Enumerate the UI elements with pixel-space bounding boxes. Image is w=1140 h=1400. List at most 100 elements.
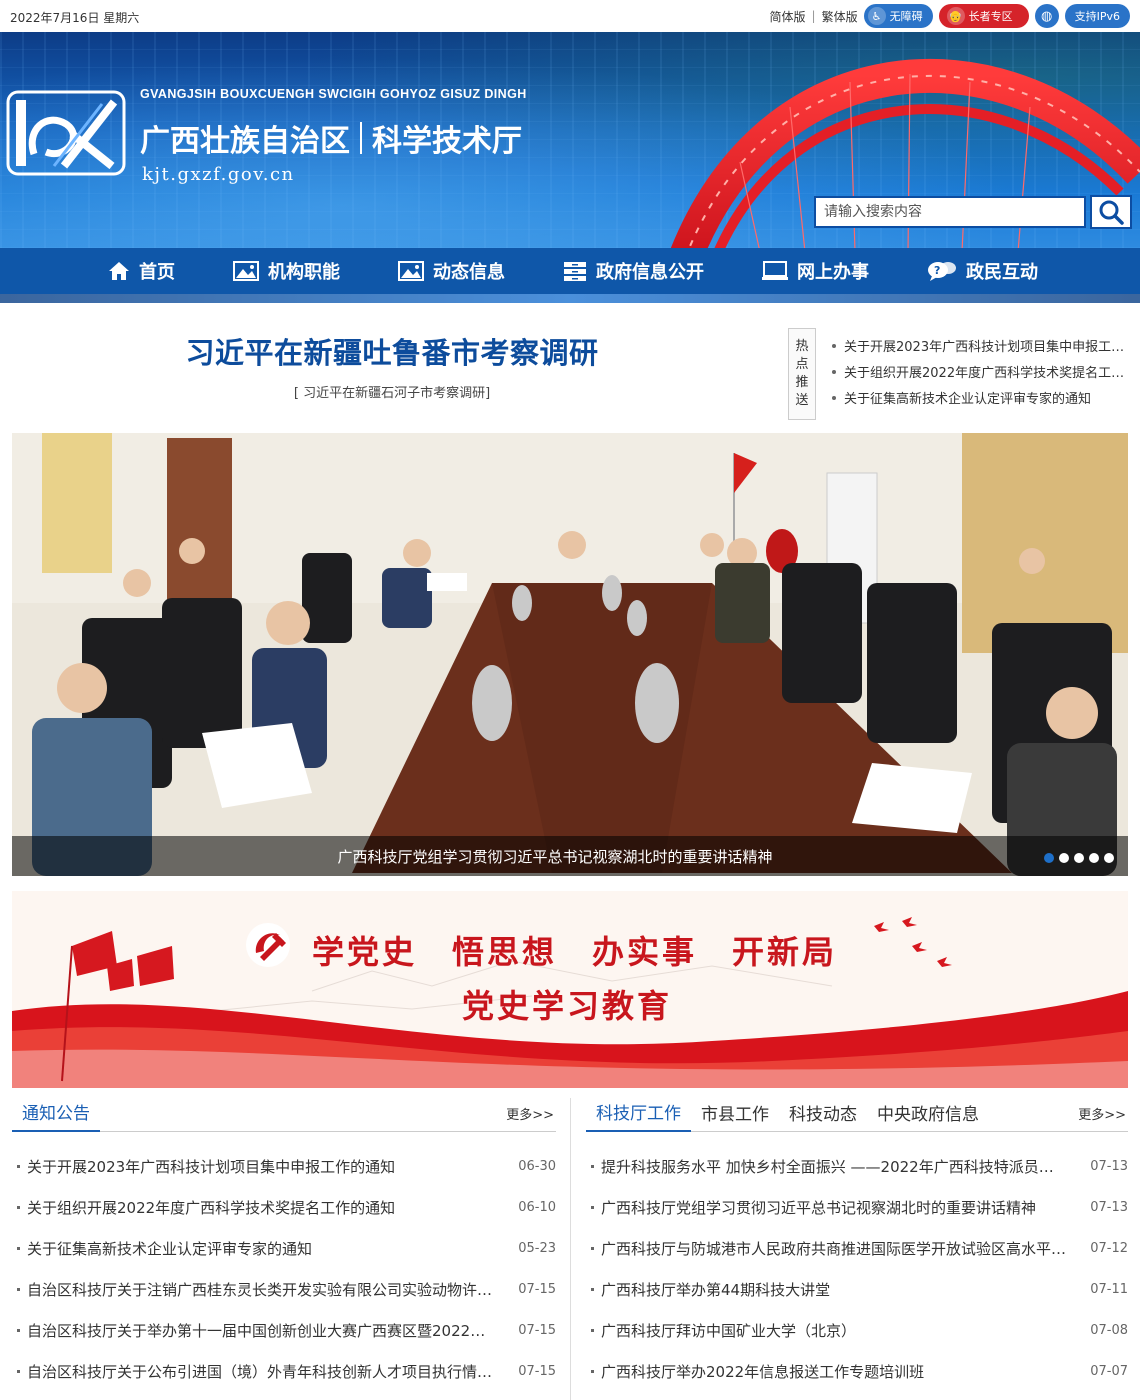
item-date: 07-08: [1090, 1323, 1128, 1338]
elderly-zone-button[interactable]: 👴 长者专区: [938, 4, 1029, 28]
nav-label: 动态信息: [433, 262, 505, 283]
headline: 习近平在新疆吐鲁番市考察调研 [ 习近平在新疆石河子市考察调研]: [12, 330, 772, 401]
item-title: 广西科技厅举办第44期科技大讲堂: [601, 1281, 831, 1299]
search-button[interactable]: [1090, 195, 1132, 229]
nav-item-news[interactable]: 动态信息: [398, 258, 505, 284]
item-title: 自治区科技厅关于举办第十一届中国创新创业大赛广西赛区暨2022年广西创新创业大赛…: [27, 1322, 514, 1340]
carousel-dot[interactable]: [1104, 853, 1114, 863]
list-item[interactable]: 自治区科技厅关于公布引进国（境）外青年科技创新人才项目执行情况的通知 07-15: [12, 1351, 556, 1392]
carousel-dot[interactable]: [1089, 853, 1099, 863]
list-item[interactable]: 自治区科技厅关于举办第十一届中国创新创业大赛广西赛区暨2022年广西创新创业大赛…: [12, 1310, 556, 1351]
item-title: 广西科技厅举办2022年信息报送工作专题培训班: [601, 1363, 925, 1381]
carousel-dot[interactable]: [1074, 853, 1084, 863]
item-date: 06-30: [518, 1159, 556, 1174]
hot-label-char: 点: [795, 357, 809, 372]
carousel-dots: [1044, 853, 1114, 863]
carousel-caption[interactable]: 广西科技厅党组学习贯彻习近平总书记视察湖北时的重要讲话精神: [337, 846, 772, 867]
list-item[interactable]: 关于开展2023年广西科技计划项目集中申报工作的通知 06-30: [12, 1146, 556, 1187]
nav-item-gov-info[interactable]: 政府信息公开: [563, 258, 704, 284]
site-domain: kjt.gxzf.gov.cn: [142, 164, 295, 185]
accessibility-button[interactable]: ♿ 无障碍: [863, 4, 933, 28]
list-item[interactable]: 广西科技厅举办第44期科技大讲堂 07-11: [586, 1269, 1128, 1310]
logo-icon: [6, 90, 126, 176]
elderly-zone-label: 长者专区: [968, 10, 1013, 23]
nav-label: 政府信息公开: [596, 262, 704, 283]
hot-item[interactable]: 关于征集高新技术企业认定评审专家的通知: [830, 388, 1130, 414]
item-title: 广西科技厅党组学习贯彻习近平总书记视察湖北时的重要讲话精神: [601, 1199, 1037, 1217]
party-slogan: 学党史 悟思想 办实事 开新局: [312, 933, 838, 971]
more-link[interactable]: 更多>>: [1078, 1104, 1126, 1123]
item-date: 06-10: [518, 1200, 556, 1215]
news-carousel[interactable]: 广西科技厅党组学习贯彻习近平总书记视察湖北时的重要讲话精神: [12, 433, 1128, 876]
list-item[interactable]: 关于征集高新技术企业认定评审专家的通知 05-23: [12, 1228, 556, 1269]
carousel-dot[interactable]: [1044, 853, 1054, 863]
hot-label-char: 推: [795, 375, 809, 390]
wheelchair-icon: ♿: [867, 7, 886, 25]
current-date: 2022年7月16日 星期六: [10, 11, 140, 25]
elderly-person-icon: 👴: [946, 7, 965, 25]
item-title: 关于开展2023年广西科技计划项目集中申报工作的通知: [27, 1158, 396, 1176]
hot-label-char: 送: [795, 393, 809, 408]
ipv6-label: 支持IPv6: [1074, 10, 1120, 23]
tab-city-county-work[interactable]: 市县工作: [691, 1100, 779, 1131]
traditional-chinese-link[interactable]: 繁体版: [822, 8, 858, 25]
globe-icon[interactable]: ◍: [1034, 4, 1059, 28]
list-item[interactable]: 关于组织开展2022年度广西科学技术奖提名工作的通知 06-10: [12, 1187, 556, 1228]
nav-item-home[interactable]: 首页: [108, 258, 175, 284]
headline-subtitle[interactable]: [ 习近平在新疆石河子市考察调研]: [12, 382, 772, 401]
item-title: 提升科技服务水平 加快乡村全面振兴 ——2022年广西科技特派员工作综述: [601, 1158, 1086, 1176]
work-news-panel: 科技厅工作 市县工作 科技动态 中央政府信息 更多>> 提升科技服务水平 加快乡…: [586, 1098, 1128, 1392]
cabinet-icon: [564, 262, 586, 281]
item-title: 关于组织开展2022年度广西科学技术奖提名工作的通知: [27, 1199, 396, 1217]
simplified-chinese-link[interactable]: 简体版: [770, 8, 806, 25]
headline-title[interactable]: 习近平在新疆吐鲁番市考察调研: [12, 330, 772, 372]
carousel-dot[interactable]: [1059, 853, 1069, 863]
item-date: 07-15: [518, 1364, 556, 1379]
tab-notices[interactable]: 通知公告: [12, 1099, 100, 1132]
work-news-list: 提升科技服务水平 加快乡村全面振兴 ——2022年广西科技特派员工作综述 07-1…: [586, 1146, 1128, 1392]
tab-tech-news[interactable]: 科技动态: [779, 1100, 867, 1131]
party-history-banner[interactable]: 学党史 悟思想 办实事 开新局 党史学习教育: [12, 891, 1128, 1088]
nav-item-organization[interactable]: 机构职能: [233, 258, 340, 284]
item-date: 07-13: [1090, 1159, 1128, 1174]
item-date: 07-07: [1090, 1364, 1128, 1379]
item-date: 05-23: [518, 1241, 556, 1256]
nav-item-online-service[interactable]: 网上办事: [762, 258, 869, 284]
nav-label: 首页: [139, 262, 175, 283]
list-item[interactable]: 自治区科技厅关于注销广西桂东灵长类开发实验有限公司实验动物许可证的公告 07-15: [12, 1269, 556, 1310]
hot-item[interactable]: 关于组织开展2022年度广西科学技术奖提名工作的通知: [830, 362, 1130, 388]
notice-panel: 通知公告 更多>> 关于开展2023年广西科技计划项目集中申报工作的通知 06-3…: [12, 1098, 556, 1392]
work-news-tabs: 科技厅工作 市县工作 科技动态 中央政府信息 更多>>: [586, 1098, 1128, 1132]
more-link[interactable]: 更多>>: [506, 1104, 554, 1123]
list-item[interactable]: 广西科技厅党组学习贯彻习近平总书记视察湖北时的重要讲话精神 07-13: [586, 1187, 1128, 1228]
home-icon: [109, 262, 129, 280]
tab-department-work[interactable]: 科技厅工作: [586, 1099, 691, 1132]
site-title: 广西壮族自治区 科学技术厅: [140, 116, 522, 160]
party-emblem-icon: [246, 923, 290, 967]
notice-tabs: 通知公告 更多>>: [12, 1098, 556, 1132]
nav-label: 政民互动: [966, 262, 1038, 283]
list-item[interactable]: 广西科技厅拜访中国矿业大学（北京） 07-08: [586, 1310, 1128, 1351]
ipv6-badge[interactable]: 支持IPv6: [1064, 4, 1130, 28]
list-item[interactable]: 广西科技厅与防城港市人民政府共商推进国际医学开放试验区高水平建设 07-12: [586, 1228, 1128, 1269]
tab-central-gov-info[interactable]: 中央政府信息: [867, 1100, 989, 1131]
header-pinyin: GVANGJSIH BOUXCUENGH SWCIGIH GOHYOZ GISU…: [140, 87, 527, 101]
search-input[interactable]: [814, 196, 1086, 228]
item-title: 自治区科技厅关于公布引进国（境）外青年科技创新人才项目执行情况的通知: [27, 1363, 514, 1381]
nav-bottom-strip: [0, 294, 1140, 303]
item-title: 广西科技厅拜访中国矿业大学（北京）: [601, 1322, 857, 1340]
main-nav: 首页 机构职能 动态信息 政府信息公开 网上办事 ? 政民互动: [0, 248, 1140, 294]
item-date: 07-15: [518, 1282, 556, 1297]
item-date: 07-11: [1090, 1282, 1128, 1297]
panel-divider: [570, 1098, 571, 1400]
search-icon: [1099, 200, 1124, 225]
list-item[interactable]: 提升科技服务水平 加快乡村全面振兴 ——2022年广西科技特派员工作综述 07-1…: [586, 1146, 1128, 1187]
top-links: 简体版 | 繁体版 ♿ 无障碍 👴 长者专区 ◍ 支持IPv6: [770, 4, 1130, 28]
svg-text:?: ?: [934, 264, 940, 277]
item-date: 07-13: [1090, 1200, 1128, 1215]
nav-item-interaction[interactable]: ? 政民互动: [927, 258, 1038, 284]
accessibility-label: 无障碍: [889, 10, 923, 23]
item-title: 关于征集高新技术企业认定评审专家的通知: [27, 1240, 313, 1258]
hot-item[interactable]: 关于开展2023年广西科技计划项目集中申报工作的通知: [830, 336, 1130, 362]
list-item[interactable]: 广西科技厅举办2022年信息报送工作专题培训班 07-07: [586, 1351, 1128, 1392]
